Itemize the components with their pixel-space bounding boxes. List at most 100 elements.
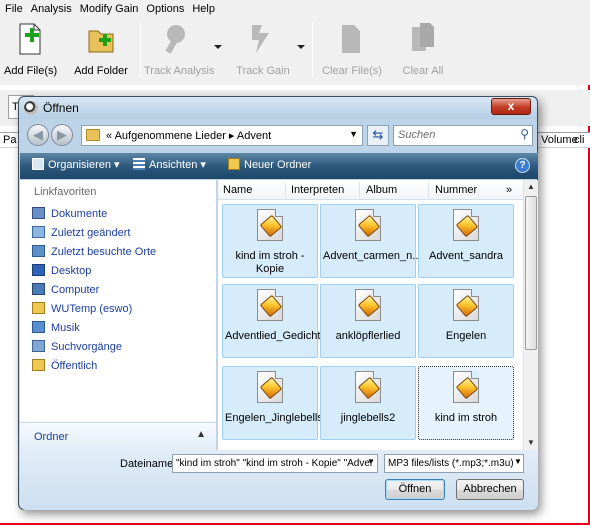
file-item[interactable]: kind im stroh - Kopie	[222, 204, 318, 278]
audio-file-icon	[355, 209, 381, 241]
cancel-button[interactable]: Abbrechen	[456, 479, 524, 500]
track-analysis-dropdown-icon[interactable]	[214, 45, 222, 49]
file-type-select[interactable]: MP3 files/lists (*.mp3;*.m3u)	[384, 454, 524, 473]
file-item[interactable]: Advent_sandra	[418, 204, 514, 278]
vertical-scrollbar[interactable]: ▲ ▼	[523, 180, 538, 450]
track-gain-label: Track Gain	[236, 65, 290, 77]
command-bar: Organisieren ▾ Ansichten ▾ Neuer Ordner …	[20, 153, 538, 179]
column-volume[interactable]: Volume	[541, 134, 578, 146]
menu-options[interactable]: Options	[143, 3, 189, 15]
favorite-public[interactable]: Öffentlich	[32, 359, 97, 375]
file-type-dropdown-icon[interactable]: ▼	[514, 457, 522, 466]
scroll-up-icon[interactable]: ▲	[527, 182, 535, 191]
favorite-label: Musik	[51, 322, 80, 334]
open-button[interactable]: Öffnen	[385, 479, 445, 500]
file-item[interactable]: Advent_carmen_n...	[320, 204, 422, 278]
address-bar[interactable]: « Aufgenommene Lieder ▸ Advent ▼	[81, 125, 363, 146]
dialog-titlebar[interactable]: Öffnen x	[19, 97, 537, 119]
file-name: Advent_carmen_n...	[323, 250, 422, 262]
column-clipping[interactable]: cli	[574, 134, 584, 146]
column-album[interactable]: Album	[366, 184, 397, 196]
file-name: kind im stroh	[434, 412, 498, 424]
favorite-music[interactable]: Musik	[32, 321, 80, 337]
chevron-down-icon: ▾	[200, 159, 206, 171]
filename-input[interactable]: "kind im stroh" "kind im stroh - Kopie" …	[172, 454, 378, 473]
clear-all-label: Clear All	[402, 65, 444, 77]
track-analysis-icon	[162, 21, 192, 57]
recent-changed-icon	[32, 226, 45, 238]
column-artists[interactable]: Interpreten	[291, 184, 344, 196]
favorite-wutemp[interactable]: WUTemp (eswo)	[32, 302, 132, 318]
scroll-down-icon[interactable]: ▼	[527, 438, 535, 447]
menu-file[interactable]: File	[2, 3, 28, 15]
audio-file-icon	[453, 371, 479, 403]
scrollbar-thumb[interactable]	[525, 196, 537, 350]
favorite-recent-changed[interactable]: Zuletzt geändert	[32, 226, 131, 242]
track-gain-button[interactable]: Track Gain	[234, 21, 292, 77]
column-number[interactable]: Nummer	[435, 184, 477, 196]
dialog-app-icon	[24, 101, 38, 115]
file-item[interactable]: Engelen_Jinglebells	[222, 366, 323, 440]
file-item[interactable]: jinglebells2	[320, 366, 416, 440]
forward-arrow-icon[interactable]: ▶	[51, 124, 73, 146]
track-analysis-button[interactable]: Track Analysis	[144, 21, 215, 77]
track-gain-icon	[248, 21, 278, 57]
file-list-pane: Name Interpreten Album Nummer » kind im …	[218, 180, 538, 450]
audio-file-icon	[355, 289, 381, 321]
add-folder-button[interactable]: Add Folder	[74, 21, 128, 77]
new-folder-icon	[228, 158, 240, 170]
address-dropdown-icon[interactable]: ▼	[349, 129, 358, 139]
favorite-documents[interactable]: Dokumente	[32, 207, 107, 223]
column-path[interactable]: Pa	[3, 134, 16, 146]
favorite-recent-places[interactable]: Zuletzt besuchte Orte	[32, 245, 156, 261]
recent-places-icon	[32, 245, 45, 257]
file-item[interactable]: Adventlied_Gedicht	[222, 284, 320, 358]
column-divider[interactable]	[359, 182, 360, 198]
file-item[interactable]: anklöpflerlied	[320, 284, 416, 358]
column-divider[interactable]	[285, 182, 286, 198]
back-arrow-icon[interactable]: ◀	[27, 124, 49, 146]
add-files-button[interactable]: Add File(s)	[4, 21, 57, 77]
favorite-label: Suchvorgänge	[51, 341, 122, 353]
favorite-desktop[interactable]: Desktop	[32, 264, 91, 280]
audio-file-icon	[257, 289, 283, 321]
filename-dropdown-icon[interactable]: ▼	[367, 457, 375, 466]
file-name: anklöpflerlied	[335, 330, 401, 342]
favorite-computer[interactable]: Computer	[32, 283, 99, 299]
menu-analysis[interactable]: Analysis	[28, 3, 77, 15]
dialog-footer: Dateiname: "kind im stroh" "kind im stro…	[20, 450, 538, 510]
help-icon[interactable]: ?	[515, 158, 530, 173]
menu-modify-gain[interactable]: Modify Gain	[77, 3, 144, 15]
folders-toggle[interactable]: Ordner ▲	[20, 422, 216, 450]
organize-button[interactable]: Organisieren ▾	[32, 158, 120, 171]
file-item-focused[interactable]: kind im stroh	[418, 366, 514, 440]
audio-file-icon	[257, 371, 283, 403]
music-icon	[32, 321, 45, 333]
new-folder-label: Neuer Ordner	[244, 159, 312, 171]
audio-file-icon	[453, 209, 479, 241]
open-file-dialog: Öffnen x ◀ ▶ « Aufgenommene Lieder ▸ Adv…	[18, 96, 538, 510]
chevron-up-icon[interactable]: ▲	[196, 429, 206, 440]
more-columns-icon[interactable]: »	[506, 184, 512, 196]
navigation-pane: Linkfavoriten Dokumente Zuletzt geändert…	[20, 180, 217, 450]
file-name: kind im stroh - Kopie	[235, 250, 305, 275]
column-divider[interactable]	[428, 182, 429, 198]
address-path[interactable]: « Aufgenommene Lieder ▸ Advent	[106, 129, 271, 142]
column-name[interactable]: Name	[223, 184, 252, 196]
track-gain-dropdown-icon[interactable]	[297, 45, 305, 49]
menu-help[interactable]: Help	[189, 3, 220, 15]
clear-all-button[interactable]: Clear All	[398, 21, 448, 77]
refresh-icon[interactable]: ⇆	[367, 125, 389, 146]
views-button[interactable]: Ansichten ▾	[133, 158, 206, 171]
favorite-searches[interactable]: Suchvorgänge	[32, 340, 122, 356]
search-icon[interactable]: ⚲	[520, 127, 529, 141]
favorite-label: Computer	[51, 284, 100, 296]
new-folder-button[interactable]: Neuer Ordner	[228, 158, 311, 171]
file-item[interactable]: Engelen	[418, 284, 514, 358]
navigation-row: ◀ ▶ « Aufgenommene Lieder ▸ Advent ▼ ⇆ S…	[25, 123, 533, 149]
clear-files-button[interactable]: Clear File(s)	[322, 21, 382, 77]
close-button[interactable]: x	[491, 98, 531, 115]
search-input[interactable]: Suchen ⚲	[393, 125, 533, 146]
toolbar: Add File(s) Add Folder Track Analysis Tr…	[0, 17, 590, 85]
toolbar-separator	[312, 23, 313, 77]
